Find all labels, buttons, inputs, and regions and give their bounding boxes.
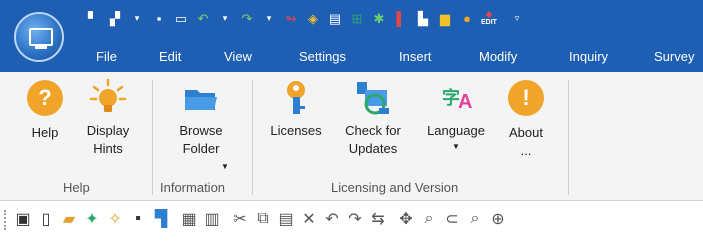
licenses-label: Licenses (270, 123, 322, 138)
zoom-icon[interactable]: ⌕ (418, 208, 440, 230)
undo-dropdown-icon[interactable]: ▾ (216, 9, 234, 27)
menu-inquiry[interactable]: Inquiry (569, 49, 608, 64)
redo-dropdown-icon[interactable]: ▾ (260, 9, 278, 27)
redo-icon[interactable]: ↷ (238, 9, 256, 27)
save-icon[interactable]: ▪ (150, 9, 168, 27)
redo-icon[interactable]: ↷ (344, 208, 366, 230)
quick-access-toolbar: ▘ ▞ ▾ ▪ ▭ ↶ ▾ ↷ ▾ ↬ ◈ ▤ ⊞ ✱ ▌ ▙ ▆ ● ◆ ED… (84, 6, 530, 30)
help-button[interactable]: ? Help (25, 78, 65, 142)
alert-circle-icon: ! (506, 80, 546, 120)
chevron-down-icon: ▼ (221, 162, 229, 171)
new-document-icon[interactable]: ▯ (35, 208, 57, 230)
language-button[interactable]: 字 A Language ▼ (419, 78, 493, 154)
check-for-updates-label: Check for Updates (345, 123, 401, 156)
menu-edit[interactable]: Edit (159, 49, 181, 64)
save-icon[interactable]: ▪ (127, 208, 149, 230)
flag-icon[interactable]: ▌ (392, 9, 410, 27)
pan-icon[interactable]: ✥ (395, 208, 417, 230)
display-hints-label: Display Hints (86, 123, 130, 156)
monitor-small-icon[interactable]: ▭ (172, 9, 190, 27)
monitor-stand (35, 46, 47, 49)
licenses-button[interactable]: Licenses (265, 78, 327, 140)
update-icon (353, 78, 393, 118)
paint-icon[interactable]: ▜ (150, 208, 172, 230)
group-label-help: Help (63, 180, 90, 195)
browse-folder-button[interactable]: Browse Folder ▼ (165, 78, 237, 171)
menu-insert[interactable]: Insert (399, 49, 432, 64)
edit-icon[interactable]: ◆ EDIT (480, 9, 498, 27)
menu-view[interactable]: View (224, 49, 252, 64)
lightbulb-icon (88, 78, 128, 118)
repeat-icon[interactable]: ⇆ (367, 208, 389, 230)
clipboard-icon[interactable]: ▆ (436, 9, 454, 27)
menu-survey[interactable]: Survey (654, 49, 694, 64)
paste-icon[interactable]: ▤ (275, 208, 297, 230)
layers-icon[interactable]: ◈ (304, 9, 322, 27)
dropdown-icon[interactable]: ▾ (128, 9, 146, 27)
alert-icon[interactable]: ● (458, 9, 476, 27)
open-recent-icon[interactable]: ✦ (81, 208, 103, 230)
key-icon (276, 78, 316, 118)
customize-dropdown-icon[interactable]: ▿ (508, 9, 526, 27)
folder-icon (181, 78, 221, 118)
group-label-licensing: Licensing and Version (331, 180, 459, 195)
delete-icon[interactable]: ✕ (298, 208, 320, 230)
about-button[interactable]: ! About ... (501, 78, 551, 160)
group-separator (568, 80, 569, 195)
puzzle-icon[interactable]: ✱ (370, 9, 388, 27)
edit-label: EDIT (481, 18, 497, 26)
monitor-icon (29, 28, 53, 46)
group-label-information: Information (160, 180, 226, 195)
menu-modify[interactable]: Modify (479, 49, 517, 64)
about-label: About ... (509, 125, 543, 158)
zoom-window-icon[interactable]: ⌕ (464, 208, 486, 230)
new-file-icon[interactable]: ▘ (84, 9, 102, 27)
check-for-updates-button[interactable]: Check for Updates (337, 78, 409, 158)
chevron-down-icon: ▼ (452, 142, 460, 151)
document-icon[interactable]: ▙ (414, 9, 432, 27)
language-label: Language (427, 123, 485, 138)
ribbon: ? Help Display Hints Help Browse Folder … (0, 72, 703, 201)
open-special-icon[interactable]: ✧ (104, 208, 126, 230)
print-icon[interactable]: ▦ (178, 208, 200, 230)
toolbar-grip[interactable] (4, 210, 9, 230)
group-help: ? Help Display Hints Help (0, 72, 150, 200)
title-bar: ▘ ▞ ▾ ▪ ▭ ↶ ▾ ↷ ▾ ↬ ◈ ▤ ⊞ ✱ ▌ ▙ ▆ ● ◆ ED… (0, 0, 703, 72)
repeat-icon[interactable]: ↬ (282, 9, 300, 27)
properties-icon[interactable]: ▤ (326, 9, 344, 27)
display-hints-button[interactable]: Display Hints (76, 78, 140, 158)
group-licensing: Licenses Check for Updates 字 A Language (253, 72, 568, 200)
help-label: Help (31, 125, 59, 140)
browse-folder-label: Browse Folder (179, 123, 223, 156)
application-menu-button[interactable] (14, 12, 64, 62)
language-icon: 字 A (436, 78, 476, 118)
window-icon[interactable]: ▣ (12, 208, 34, 230)
zoom-in-icon[interactable]: ⊕ (487, 208, 509, 230)
grid-icon[interactable]: ⊞ (348, 9, 366, 27)
menu-file[interactable]: File (96, 49, 117, 64)
svg-text:A: A (458, 91, 472, 113)
open-folder-icon[interactable]: ▰ (58, 208, 80, 230)
print-preview-icon[interactable]: ▥ (201, 208, 223, 230)
open-folder-icon[interactable]: ▞ (106, 9, 124, 27)
cut-icon[interactable]: ✂ (229, 208, 251, 230)
undo-icon[interactable]: ↶ (194, 9, 212, 27)
menu-settings[interactable]: Settings (299, 49, 346, 64)
zoom-previous-icon[interactable]: ⊂ (441, 208, 463, 230)
standard-toolbar: ▣ ▯ ▰ ✦ ✧ ▪ ▜ ▦ ▥ ✂ ⧉ ▤ ✕ ↶ ↷ ⇆ ✥ ⌕ ⊂ ⌕ … (0, 202, 703, 242)
undo-icon[interactable]: ↶ (321, 208, 343, 230)
help-question-icon: ? (25, 80, 65, 120)
group-information: Browse Folder ▼ Information (153, 72, 248, 200)
copy-icon[interactable]: ⧉ (252, 208, 274, 230)
